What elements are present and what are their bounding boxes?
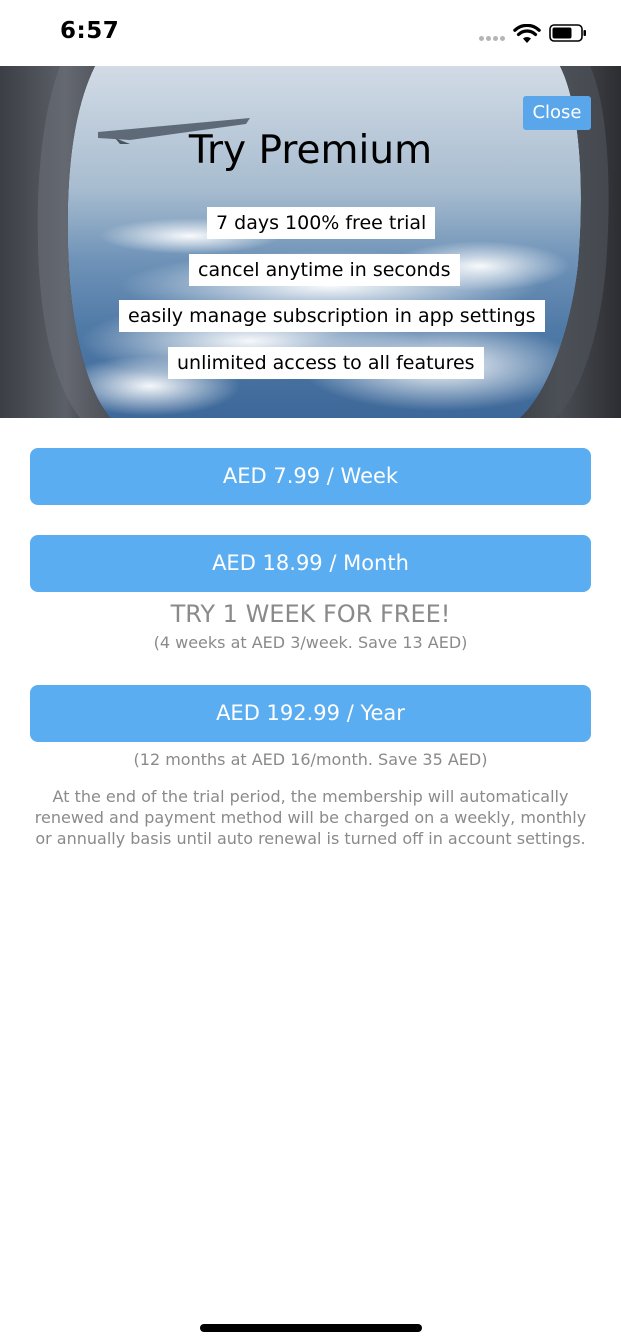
- close-button[interactable]: Close: [523, 96, 591, 130]
- status-bar: 6:57: [0, 0, 621, 66]
- weekly-plan-button[interactable]: AED 7.99 / Week: [30, 448, 591, 505]
- yearly-plan-button[interactable]: AED 192.99 / Year: [30, 685, 591, 742]
- hero-banner: Close Try Premium 7 days 100% free trial…: [0, 66, 621, 418]
- yearly-promo-detail: (12 months at AED 16/month. Save 35 AED): [133, 750, 488, 769]
- home-indicator[interactable]: [200, 1324, 422, 1332]
- feature-item: cancel anytime in seconds: [189, 254, 460, 286]
- feature-item: easily manage subscription in app settin…: [119, 300, 545, 332]
- monthly-plan-button[interactable]: AED 18.99 / Month: [30, 535, 591, 592]
- cellular-dots-icon: [479, 36, 507, 42]
- monthly-promo-detail: (4 weeks at AED 3/week. Save 13 AED): [153, 633, 468, 652]
- feature-item: 7 days 100% free trial: [207, 207, 436, 239]
- battery-icon: [549, 24, 586, 42]
- page-title: Try Premium: [188, 128, 433, 173]
- status-time: 6:57: [60, 18, 120, 44]
- wifi-icon: [513, 24, 541, 43]
- monthly-promo-title: TRY 1 WEEK FOR FREE!: [170, 600, 451, 628]
- terms-text: At the end of the trial period, the memb…: [34, 787, 587, 848]
- feature-item: unlimited access to all features: [168, 347, 484, 379]
